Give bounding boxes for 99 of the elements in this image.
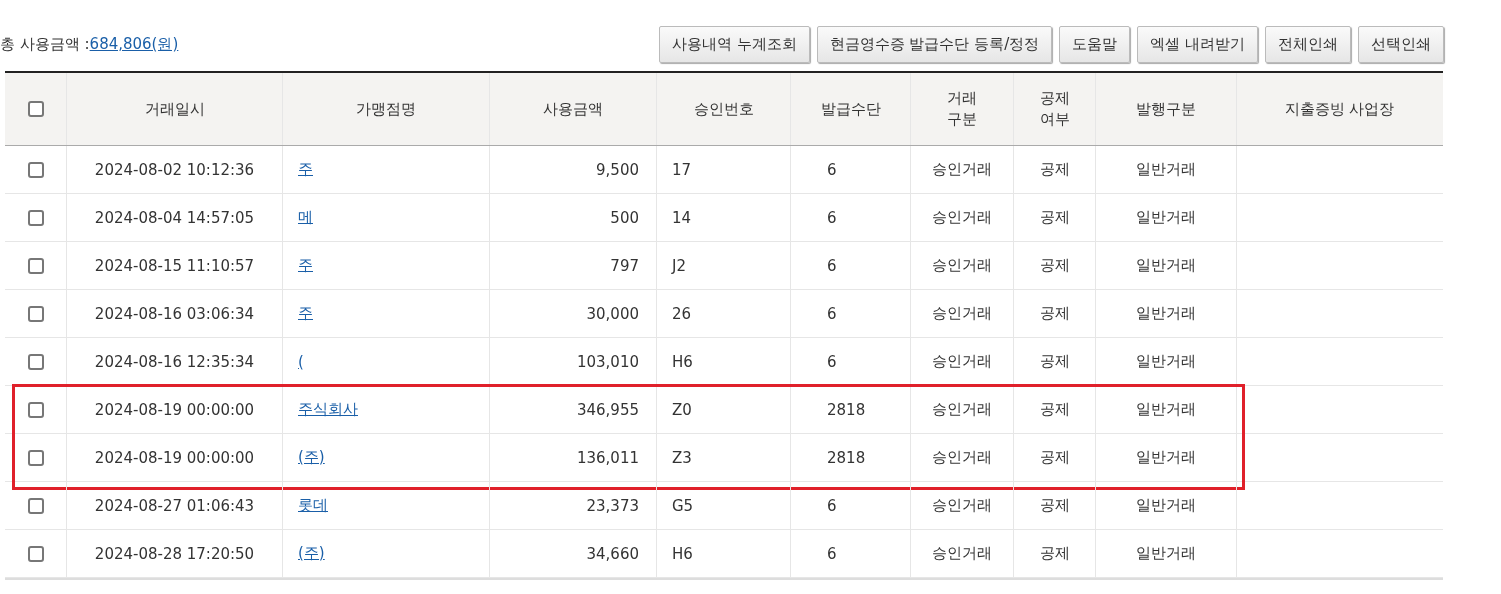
table-cell: 승인거래	[932, 352, 992, 371]
table-cell: 일반거래	[1136, 496, 1196, 515]
row-checkbox[interactable]	[27, 401, 44, 418]
row-checkbox[interactable]	[27, 353, 44, 370]
table-cell: 일반거래	[1136, 352, 1196, 371]
toolbar-button[interactable]: 엑셀 내려받기	[1137, 25, 1258, 63]
column-header: 거래일시	[144, 98, 205, 120]
table-cell: 2024-08-28 17:20:50	[94, 544, 255, 563]
merchant-link[interactable]: 메	[298, 208, 313, 227]
toolbar-button[interactable]: 사용내역 누계조회	[658, 25, 810, 63]
table-cell: 17	[672, 160, 692, 179]
column-header: 발행구분	[1136, 98, 1196, 120]
merchant-link[interactable]: 주	[298, 160, 313, 179]
table-cell: 공제	[1039, 352, 1070, 371]
table-cell: G5	[672, 496, 694, 515]
table-cell: 일반거래	[1136, 208, 1196, 227]
merchant-link[interactable]: 주	[298, 256, 313, 275]
table-cell: 136,011	[576, 448, 639, 467]
table-cell: 14	[672, 208, 692, 227]
toolbar-button[interactable]: 선택인쇄	[1358, 25, 1444, 63]
table-cell: 공제	[1039, 208, 1070, 227]
table-cell: 일반거래	[1136, 544, 1196, 563]
column-header: 거래 구분	[947, 88, 977, 130]
table-cell: 승인거래	[932, 304, 992, 323]
table-cell: 2024-08-04 14:57:05	[94, 208, 255, 227]
column-header: 사용금액	[543, 98, 603, 120]
merchant-link[interactable]: 주	[298, 304, 313, 323]
table-cell: 30,000	[586, 304, 639, 323]
table-cell: 승인거래	[932, 448, 992, 467]
table-cell: 승인거래	[932, 400, 992, 419]
table-cell: H6	[672, 352, 693, 371]
table-cell: 공제	[1039, 448, 1070, 467]
table-cell: 103,010	[576, 352, 639, 371]
select-all-checkbox[interactable]	[27, 101, 44, 117]
table-cell: 승인거래	[932, 496, 992, 515]
table-cell: 승인거래	[932, 544, 992, 563]
row-checkbox[interactable]	[27, 209, 44, 226]
row-checkbox[interactable]	[27, 449, 44, 466]
merchant-link[interactable]: (주)	[298, 448, 325, 467]
table-cell: 346,955	[576, 400, 639, 419]
table-cell: 승인거래	[932, 208, 992, 227]
table-cell: 500	[610, 208, 639, 227]
table-cell: 공제	[1039, 544, 1070, 563]
table-cell: 2818	[827, 400, 866, 419]
table-cell: 승인거래	[932, 160, 992, 179]
toolbar-button[interactable]: 전체인쇄	[1265, 25, 1351, 63]
merchant-link[interactable]: (	[298, 352, 304, 371]
table-cell: 승인거래	[932, 256, 992, 275]
table-cell: 2024-08-19 00:00:00	[94, 448, 255, 467]
table-cell: 6	[827, 304, 837, 323]
table-cell: 9,500	[596, 160, 639, 179]
table-cell: 일반거래	[1136, 304, 1196, 323]
row-checkbox[interactable]	[27, 257, 44, 274]
table-cell: 일반거래	[1136, 160, 1196, 179]
table-cell: 일반거래	[1136, 256, 1196, 275]
table-cell: 6	[827, 208, 837, 227]
column-header: 공제 여부	[1039, 88, 1070, 130]
table-cell: Z0	[672, 400, 692, 419]
column-header: 지출증빙 사업장	[1284, 98, 1395, 120]
row-checkbox[interactable]	[27, 305, 44, 322]
table-cell: 26	[672, 304, 692, 323]
merchant-link[interactable]: 주식회사	[298, 400, 358, 419]
column-header: 승인번호	[693, 98, 754, 120]
table-cell: Z3	[672, 448, 692, 467]
table-cell: 797	[610, 256, 639, 275]
merchant-link[interactable]: 롯데	[298, 496, 328, 515]
table-cell: J2	[672, 256, 686, 275]
table-cell: 23,373	[586, 496, 639, 515]
table-cell: 공제	[1039, 160, 1070, 179]
row-checkbox[interactable]	[27, 161, 44, 178]
table-cell: 6	[827, 352, 837, 371]
table-cell: 공제	[1039, 496, 1070, 515]
table-cell: 공제	[1039, 256, 1070, 275]
merchant-link[interactable]: (주)	[298, 544, 325, 563]
total-amount-link[interactable]: 684,806(원)	[89, 34, 179, 53]
total-label: 총 사용금액 :	[0, 34, 90, 53]
table-cell: H6	[672, 544, 693, 563]
column-header: 발급수단	[820, 98, 881, 120]
table-cell: 6	[827, 496, 837, 515]
table-cell: 2024-08-19 00:00:00	[94, 400, 255, 419]
table-cell: 6	[827, 256, 837, 275]
table-cell: 2024-08-27 01:06:43	[94, 496, 255, 515]
column-header: 가맹점명	[356, 98, 416, 120]
table-cell: 일반거래	[1136, 448, 1196, 467]
table-cell: 34,660	[586, 544, 639, 563]
toolbar-button[interactable]: 현금영수증 발급수단 등록/정정	[816, 25, 1053, 63]
table-cell: 2818	[827, 448, 866, 467]
table-cell: 2024-08-16 12:35:34	[94, 352, 255, 371]
table-cell: 일반거래	[1136, 400, 1196, 419]
table-cell: 2024-08-02 10:12:36	[94, 160, 255, 179]
table-cell: 6	[827, 544, 837, 563]
toolbar-button[interactable]: 도움말	[1059, 25, 1131, 63]
row-checkbox[interactable]	[27, 497, 44, 514]
table-cell: 6	[827, 160, 837, 179]
row-checkbox[interactable]	[27, 545, 44, 562]
table-cell: 공제	[1039, 304, 1070, 323]
table-cell: 공제	[1039, 400, 1070, 419]
table-cell: 2024-08-15 11:10:57	[94, 256, 255, 275]
table-cell: 2024-08-16 03:06:34	[94, 304, 255, 323]
